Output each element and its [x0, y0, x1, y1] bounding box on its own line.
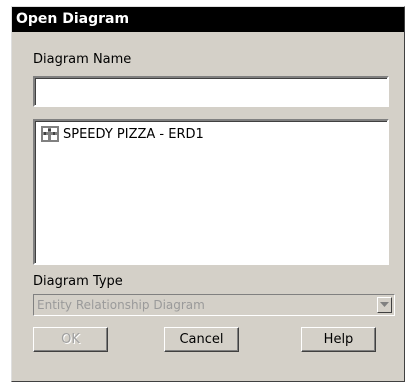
ok-button[interactable]: OK	[33, 327, 108, 352]
erd-diagram-icon	[41, 126, 59, 142]
diagram-name-label: Diagram Name	[33, 52, 132, 67]
list-item-label: SPEEDY PIZZA - ERD1	[63, 126, 204, 142]
diagram-listbox[interactable]: SPEEDY PIZZA - ERD1	[33, 119, 389, 265]
open-diagram-dialog: Open Diagram Diagram Name SPEEDY PIZZA -…	[11, 6, 405, 382]
diagram-type-label: Diagram Type	[33, 274, 123, 289]
list-item[interactable]: SPEEDY PIZZA - ERD1	[41, 125, 204, 143]
dialog-title: Open Diagram	[12, 7, 404, 32]
dropdown-arrow-button[interactable]	[377, 297, 392, 313]
diagram-name-input[interactable]	[33, 76, 389, 107]
diagram-type-value: Entity Relationship Diagram	[37, 298, 205, 312]
diagram-type-select[interactable]: Entity Relationship Diagram	[33, 294, 395, 316]
help-button[interactable]: Help	[301, 327, 376, 352]
chevron-down-icon	[380, 302, 389, 307]
cancel-button[interactable]: Cancel	[164, 327, 239, 352]
